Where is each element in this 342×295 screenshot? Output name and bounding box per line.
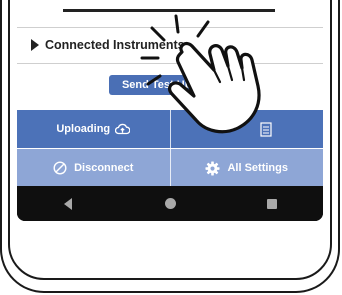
send-test-upload-button[interactable]: Send Test Upload bbox=[109, 75, 227, 95]
divider bbox=[17, 63, 323, 64]
uploading-button[interactable]: Uploading bbox=[17, 110, 170, 148]
app-content: Connected Instruments Send Test Upload U… bbox=[17, 0, 323, 187]
gear-icon bbox=[205, 160, 221, 176]
all-settings-label: All Settings bbox=[227, 162, 288, 174]
document-icon bbox=[260, 121, 272, 137]
cloud-upload-icon bbox=[115, 123, 131, 135]
top-divider bbox=[63, 9, 275, 12]
android-nav-bar bbox=[17, 186, 323, 221]
back-triangle-icon bbox=[64, 197, 72, 210]
document-button[interactable] bbox=[171, 110, 324, 148]
nav-home-button[interactable] bbox=[150, 189, 190, 219]
nav-recent-button[interactable] bbox=[252, 189, 292, 219]
connected-instruments-label: Connected Instruments bbox=[45, 38, 185, 52]
phone-frame: Connected Instruments Send Test Upload U… bbox=[0, 0, 342, 295]
uploading-label: Uploading bbox=[56, 123, 111, 135]
connected-instruments-row[interactable]: Connected Instruments bbox=[17, 28, 323, 62]
all-settings-button[interactable]: All Settings bbox=[171, 149, 324, 187]
phone-screen: Connected Instruments Send Test Upload U… bbox=[17, 0, 323, 221]
cell-divider bbox=[169, 110, 171, 148]
action-row-primary: Uploading bbox=[17, 110, 323, 148]
disconnect-button[interactable]: Disconnect bbox=[17, 149, 170, 187]
caret-right-icon bbox=[31, 39, 39, 51]
disconnect-label: Disconnect bbox=[74, 162, 134, 174]
recent-square-icon bbox=[267, 198, 277, 209]
nav-back-button[interactable] bbox=[48, 189, 88, 219]
action-row-secondary: Disconnect All Settings bbox=[17, 149, 323, 187]
cell-divider bbox=[169, 149, 171, 187]
home-circle-icon bbox=[164, 198, 176, 209]
no-entry-icon bbox=[53, 161, 67, 175]
